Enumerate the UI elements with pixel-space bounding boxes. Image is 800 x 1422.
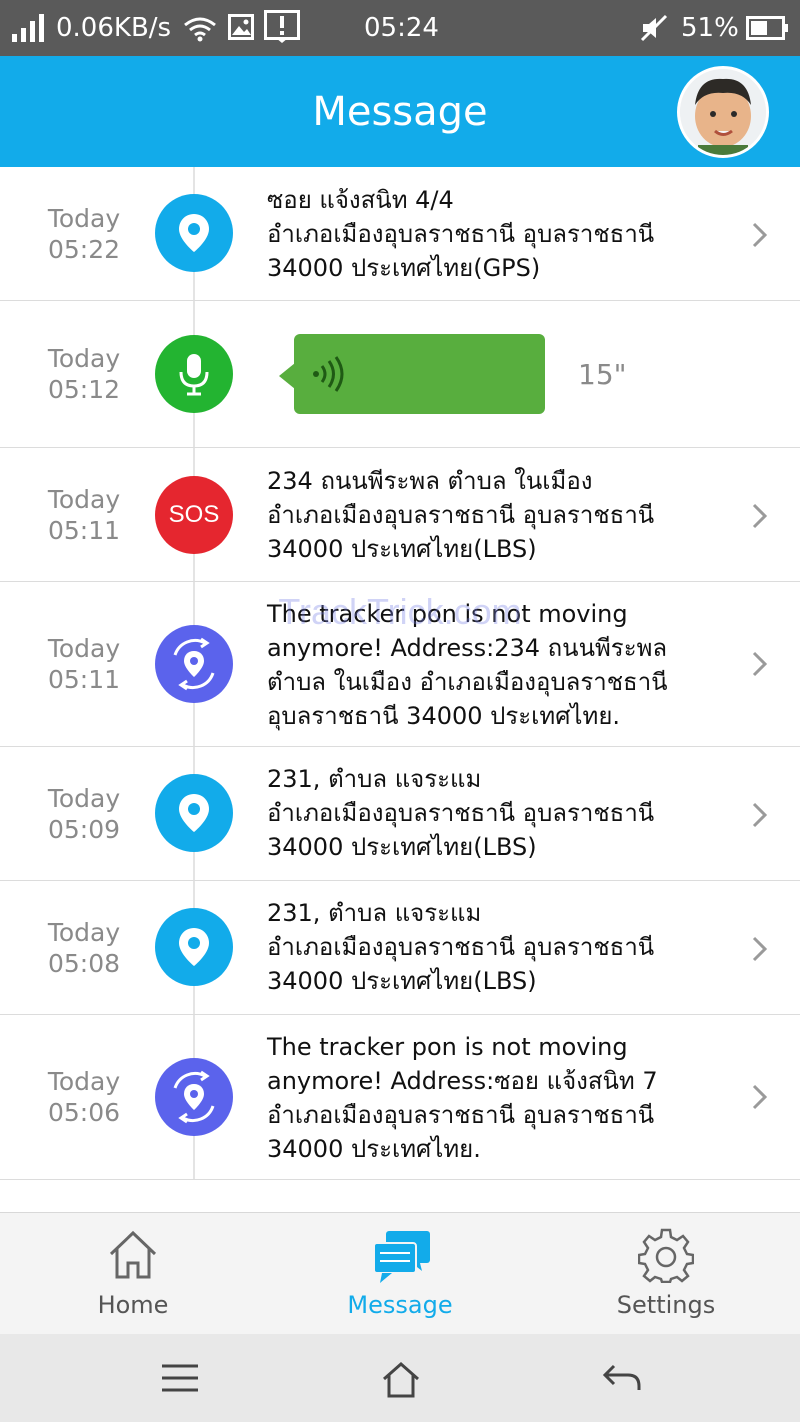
message-time: 05:22: [47, 235, 121, 264]
not-moving-icon: [155, 625, 233, 703]
signal-icon: [12, 14, 44, 42]
nav-home-label: Home: [97, 1291, 169, 1319]
message-text: 231, ตำบล แจระแม อำเภอเมืองอุบลราชธานี อ…: [267, 899, 655, 995]
menu-icon[interactable]: [160, 1360, 200, 1396]
sound-wave-icon: [313, 356, 344, 392]
chevron-right-icon[interactable]: [748, 935, 770, 963]
message-text: ซอย แจ้งสนิท 4/4 อำเภอเมืองอุบลราชธานี อ…: [267, 186, 655, 282]
location-pin-icon: [155, 194, 233, 272]
status-bar: 0.06KB/s 05:24 51%: [0, 0, 800, 56]
watermark: TrackTrick.com: [278, 591, 522, 632]
home-icon[interactable]: [381, 1360, 421, 1400]
nav-settings-label: Settings: [616, 1291, 716, 1319]
alert-icon: [264, 10, 300, 43]
home-icon: [109, 1230, 157, 1279]
voice-message-bubble[interactable]: [294, 334, 545, 414]
battery-level: 51%: [681, 13, 739, 43]
not-moving-icon: [155, 1058, 233, 1136]
message-text: 234 ถนนพีระพล ตำบล ในเมือง อำเภอเมืองอุบ…: [267, 467, 655, 563]
message-day: Today: [47, 1067, 121, 1096]
message-row[interactable]: Today 05:09 231, ตำบล แจระแม อำเภอเมืองอ…: [0, 747, 800, 881]
message-text: The tracker pon is not moving anymore! A…: [267, 1033, 658, 1163]
chevron-right-icon[interactable]: [748, 502, 770, 530]
message-timestamp: Today 05:12: [14, 343, 154, 405]
sos-icon: SOS: [155, 476, 233, 554]
wifi-icon: [184, 17, 216, 42]
chevron-right-icon[interactable]: [748, 1083, 770, 1111]
nav-message[interactable]: Message: [300, 1213, 500, 1335]
message-day: Today: [47, 344, 121, 373]
clock: 05:24: [364, 13, 439, 43]
chat-icon: [373, 1231, 430, 1283]
avatar[interactable]: [677, 66, 769, 158]
message-time: 05:11: [47, 665, 121, 694]
message-time: 05:06: [47, 1098, 121, 1127]
sos-icon-label: SOS: [168, 501, 220, 528]
voice-bubble-tail: [279, 363, 295, 389]
nav-settings[interactable]: Settings: [566, 1213, 766, 1335]
bottom-nav: Home Message Settings: [0, 1212, 800, 1334]
voice-duration: 15": [578, 358, 627, 391]
nav-message-label: Message: [347, 1291, 453, 1319]
message-row[interactable]: Today 05:22 ซอย แจ้งสนิท 4/4 อำเภอเมืองอ…: [0, 167, 800, 301]
location-pin-icon: [155, 774, 233, 852]
system-nav-bar: [0, 1334, 800, 1422]
chevron-right-icon[interactable]: [748, 801, 770, 829]
microphone-icon: [155, 335, 233, 413]
message-day: Today: [47, 784, 121, 813]
message-timestamp: Today 05:11: [14, 484, 154, 546]
app-header: Message: [0, 56, 800, 167]
avatar-image: [680, 69, 766, 155]
message-timestamp: Today 05:08: [14, 917, 154, 979]
nav-home[interactable]: Home: [33, 1213, 233, 1335]
battery-icon: [746, 16, 788, 40]
chevron-right-icon[interactable]: [748, 221, 770, 249]
location-pin-icon: [155, 908, 233, 986]
message-time: 05:12: [47, 375, 121, 404]
message-timestamp: Today 05:06: [14, 1066, 154, 1128]
message-time: 05:09: [47, 815, 121, 844]
message-text: 231, ตำบล แจระแม อำเภอเมืองอุบลราชธานี อ…: [267, 765, 655, 861]
message-time: 05:11: [47, 516, 121, 545]
message-row[interactable]: Today 05:11 SOS 234 ถนนพีระพล ตำบล ในเมื…: [0, 448, 800, 582]
message-day: Today: [47, 918, 121, 947]
message-timestamp: Today 05:22: [14, 203, 154, 265]
back-icon[interactable]: [602, 1360, 642, 1396]
message-row[interactable]: Today 05:08 231, ตำบล แจระแม อำเภอเมืองอ…: [0, 881, 800, 1015]
gear-icon: [638, 1228, 694, 1283]
mute-icon: [640, 14, 668, 42]
message-time: 05:08: [47, 949, 121, 978]
message-list: Today 05:22 ซอย แจ้งสนิท 4/4 อำเภอเมืองอ…: [0, 167, 800, 1212]
message-day: Today: [47, 634, 121, 663]
chevron-right-icon[interactable]: [748, 650, 770, 678]
message-day: Today: [47, 204, 121, 233]
message-day: Today: [47, 485, 121, 514]
image-icon: [228, 14, 254, 40]
network-speed: 0.06KB/s: [56, 13, 172, 43]
message-timestamp: Today 05:09: [14, 783, 154, 845]
message-row[interactable]: Today 05:06 The tracker pon is not movin…: [0, 1015, 800, 1180]
message-timestamp: Today 05:11: [14, 633, 154, 695]
